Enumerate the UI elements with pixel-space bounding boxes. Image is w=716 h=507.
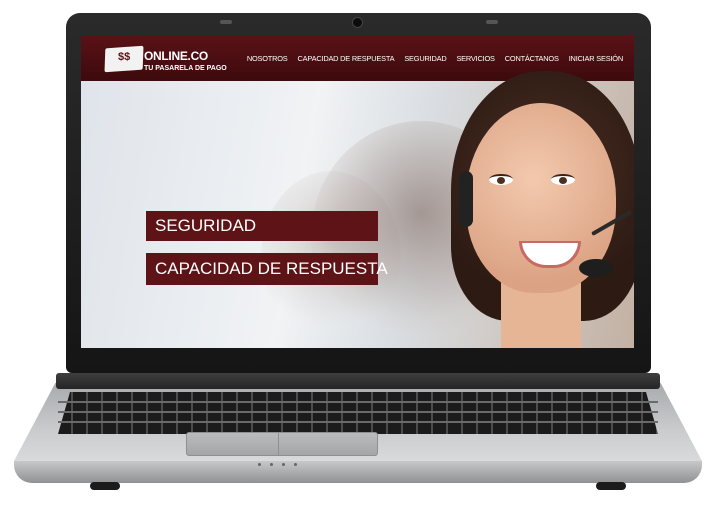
laptop-hinge (56, 373, 660, 389)
main-nav: NOSOTROS CAPACIDAD DE RESPUESTA SEGURIDA… (242, 54, 628, 63)
keyboard-row-divider (58, 421, 658, 423)
nav-item-iniciar-sesion[interactable]: INICIAR SESIÓN (564, 54, 628, 63)
nav-item-contactanos[interactable]: CONTÁCTANOS (500, 54, 564, 63)
status-led-icon (282, 463, 285, 466)
webcam-icon (352, 17, 363, 28)
hero-banner: SEGURIDAD CAPACIDAD DE RESPUESTA (81, 71, 634, 348)
hero-agent-eye (489, 174, 513, 185)
status-led-icon (294, 463, 297, 466)
headset-mic-icon (579, 259, 613, 277)
headset-icon (459, 171, 473, 227)
hero-tag-capacidad-de-respuesta[interactable]: CAPACIDAD DE RESPUESTA (146, 253, 388, 285)
keyboard-row-divider (58, 401, 658, 403)
logo-tagline: TU PASARELA DE PAGO (144, 65, 227, 72)
nav-item-capacidad-de-respuesta[interactable]: CAPACIDAD DE RESPUESTA (293, 54, 400, 63)
nav-item-nosotros[interactable]: NOSOTROS (242, 54, 293, 63)
logo-badge: $$ (118, 51, 131, 63)
laptop-mockup: $$ ONLINE.CO TU PASARELA DE PAGO NOSOTRO… (0, 0, 716, 507)
touchpad-split (278, 432, 279, 456)
nav-item-servicios[interactable]: SERVICIOS (451, 54, 499, 63)
laptop-front-edge (14, 461, 702, 483)
laptop-screen: $$ ONLINE.CO TU PASARELA DE PAGO NOSOTRO… (81, 35, 634, 348)
status-led-icon (258, 463, 261, 466)
touchpad (186, 432, 378, 456)
lid-sensor-left (220, 20, 232, 24)
keyboard (58, 392, 658, 434)
hero-tag-seguridad[interactable]: SEGURIDAD (146, 211, 378, 241)
logo-name[interactable]: ONLINE.CO (144, 49, 208, 63)
nav-item-seguridad[interactable]: SEGURIDAD (399, 54, 451, 63)
lid-sensor-right (486, 20, 498, 24)
laptop-foot (596, 482, 626, 490)
laptop-foot (90, 482, 120, 490)
keyboard-row-divider (58, 411, 658, 413)
hero-agent-eye (551, 174, 575, 185)
status-led-icon (270, 463, 273, 466)
